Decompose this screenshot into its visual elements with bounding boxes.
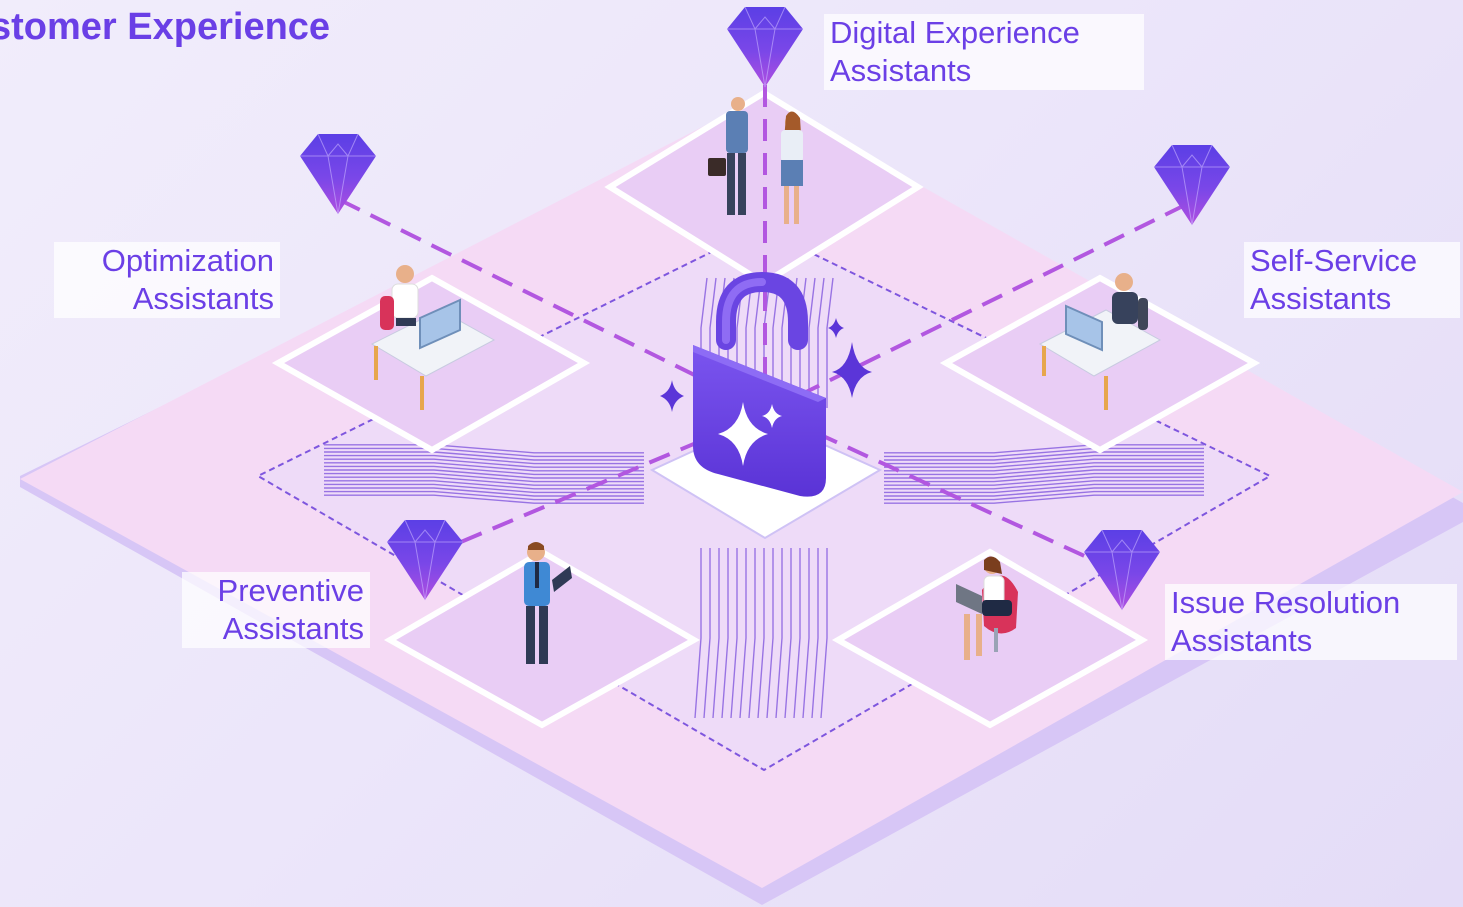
gem-icon <box>300 133 376 215</box>
label-line: Issue Resolution <box>1171 585 1401 620</box>
label-line: Digital Experience <box>830 15 1080 50</box>
label-line: Assistants <box>132 281 274 316</box>
label-digital-experience: Digital Experience Assistants <box>824 14 1144 90</box>
label-line: Assistants <box>222 611 364 646</box>
label-self-service: Self-Service Assistants <box>1244 242 1460 318</box>
label-line: Optimization <box>101 243 274 278</box>
label-optimization: Optimization Assistants <box>54 242 280 318</box>
page-title: stomer Experience <box>0 6 331 48</box>
label-line: Assistants <box>1250 281 1392 316</box>
label-line: Self-Service <box>1250 243 1418 278</box>
gem-icon <box>727 6 803 88</box>
label-line: Preventive <box>217 573 364 608</box>
label-line: Assistants <box>830 53 972 88</box>
label-line: Assistants <box>1171 623 1313 658</box>
label-preventive: Preventive Assistants <box>182 572 370 648</box>
label-issue-resolution: Issue Resolution Assistants <box>1165 584 1457 660</box>
diagram-canvas <box>20 6 1463 905</box>
